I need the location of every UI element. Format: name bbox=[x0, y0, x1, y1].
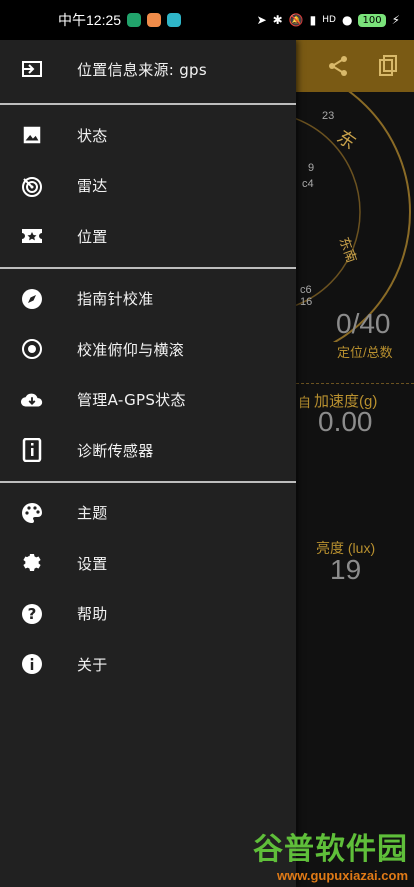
drawer-item-about[interactable]: 关于 bbox=[0, 639, 296, 690]
palette-icon bbox=[20, 501, 44, 525]
network-type: HD bbox=[322, 15, 336, 25]
drawer-item-status[interactable]: 状态 bbox=[0, 110, 296, 161]
cloud-download-icon bbox=[20, 388, 44, 412]
location-arrow-icon: ➤ bbox=[256, 13, 267, 27]
drawer-item-pitch-roll-calibration[interactable]: 校准俯仰与横滚 bbox=[0, 324, 296, 375]
status-time: 中午12:25 bbox=[58, 12, 122, 28]
accel-left-label: 自 bbox=[298, 395, 312, 410]
compass-icon bbox=[20, 287, 44, 311]
drawer-item-theme[interactable]: 主题 bbox=[0, 488, 296, 539]
sat-count-value: 0/40 bbox=[336, 308, 391, 339]
shield-app-icon bbox=[127, 13, 142, 27]
svg-text:?: ? bbox=[28, 605, 37, 623]
drawer-divider bbox=[0, 266, 296, 269]
sat-label: c6 bbox=[300, 284, 312, 296]
drawer-item-radar[interactable]: 雷达 bbox=[0, 161, 296, 212]
watermark-cn: 谷普软件园 bbox=[253, 832, 408, 867]
signal-icon: ▮ bbox=[309, 13, 317, 27]
drawer-header-label: 位置信息来源: gps bbox=[77, 60, 207, 79]
lux-value: 19 bbox=[330, 554, 362, 585]
info-icon bbox=[20, 652, 44, 676]
status-bar: 中午12:25 ➤ ✱ 🔕 ▮ HD ● 100 ⚡ bbox=[0, 0, 414, 40]
sat-label: c4 bbox=[302, 178, 314, 190]
navigation-drawer: 位置信息来源: gps 状态 雷达 位置 指南针校准 校准俯仰与横滚 管理A-G… bbox=[0, 40, 296, 887]
drawer-divider bbox=[0, 103, 296, 105]
input-source-icon bbox=[20, 57, 44, 81]
drawer-item-label: 设置 bbox=[77, 554, 108, 573]
accel-value: 0.00 bbox=[318, 406, 373, 437]
mute-bell-icon: 🔕 bbox=[288, 13, 304, 27]
charging-icon: ⚡ bbox=[391, 13, 400, 27]
drawer-item-label: 状态 bbox=[77, 126, 108, 145]
drawer-item-label: 管理A-GPS状态 bbox=[77, 391, 186, 410]
drawer-item-compass-calibration[interactable]: 指南针校准 bbox=[0, 274, 296, 325]
drawer-item-label: 关于 bbox=[77, 655, 108, 674]
drawer-item-help[interactable]: ? 帮助 bbox=[0, 589, 296, 640]
drawer-item-sensor-diagnostics[interactable]: 诊断传感器 bbox=[0, 425, 296, 476]
help-icon: ? bbox=[20, 602, 44, 626]
watermark-logo: 谷普软件园 www.gupuxiazai.com bbox=[253, 824, 408, 883]
drawer-divider bbox=[0, 480, 296, 483]
gear-icon bbox=[20, 551, 44, 575]
watermark-url: www.gupuxiazai.com bbox=[277, 868, 408, 883]
drawer-item-label: 位置 bbox=[77, 227, 108, 246]
drawer-item-label: 校准俯仰与横滚 bbox=[77, 340, 185, 359]
share-icon[interactable] bbox=[326, 54, 350, 78]
drawer-item-label: 主题 bbox=[77, 504, 108, 523]
sat-label: 23 bbox=[322, 110, 335, 122]
bluetooth-icon: ✱ bbox=[272, 13, 283, 27]
check-app-icon bbox=[167, 13, 182, 27]
drawer-header-location-source[interactable]: 位置信息来源: gps bbox=[0, 40, 296, 98]
sat-label: 9 bbox=[308, 162, 315, 174]
app-notification-icon bbox=[147, 13, 162, 27]
drawer-item-label: 指南针校准 bbox=[77, 290, 154, 309]
sat-label: 16 bbox=[300, 296, 313, 308]
info-box-icon bbox=[20, 438, 44, 463]
drawer-item-label: 雷达 bbox=[77, 177, 108, 196]
target-icon bbox=[20, 337, 44, 361]
drawer-item-location[interactable]: 位置 bbox=[0, 211, 296, 262]
drawer-item-settings[interactable]: 设置 bbox=[0, 538, 296, 589]
bg-divider bbox=[296, 383, 414, 385]
drawer-item-label: 帮助 bbox=[77, 605, 108, 624]
star-ticket-icon bbox=[20, 224, 44, 248]
sat-count-label: 定位/总数 bbox=[337, 345, 393, 360]
radar-icon bbox=[20, 174, 44, 198]
wifi-chat-icon: ● bbox=[341, 13, 353, 27]
image-icon bbox=[20, 123, 44, 147]
status-right: ➤ ✱ 🔕 ▮ HD ● 100 ⚡ bbox=[257, 13, 400, 27]
drawer-item-label: 诊断传感器 bbox=[77, 441, 154, 460]
battery-indicator: 100 bbox=[358, 13, 386, 27]
copy-icon[interactable] bbox=[376, 54, 400, 78]
drawer-item-agps[interactable]: 管理A-GPS状态 bbox=[0, 375, 296, 426]
